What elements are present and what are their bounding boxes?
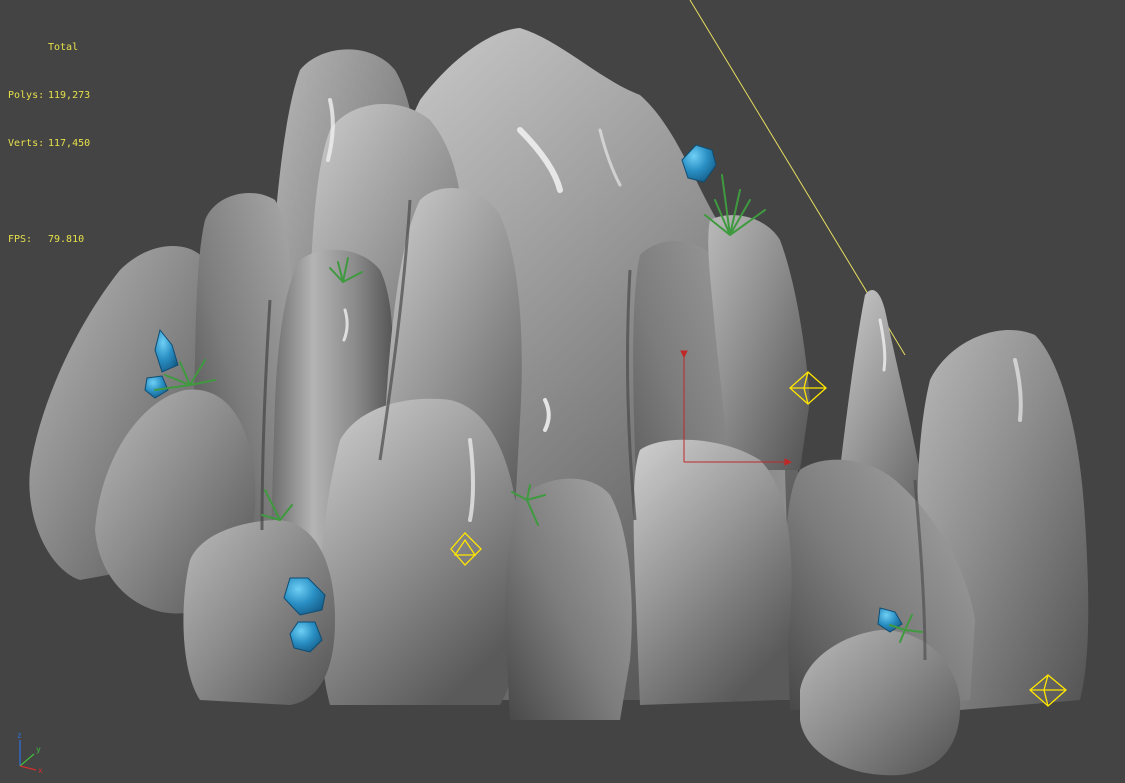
- fps-row: FPS: 79.810: [8, 232, 90, 248]
- fps-label: FPS:: [8, 234, 33, 245]
- polys-row: Polys: 119,273: [8, 88, 90, 104]
- rock-mesh[interactable]: [29, 28, 1089, 776]
- verts-value: 117,450: [48, 138, 91, 149]
- 3d-viewport[interactable]: z y x Total Polys: 119,273 Verts: 117,450 …: [0, 0, 1125, 783]
- fps-value: 79.810: [48, 234, 85, 245]
- axis-x-label: x: [38, 766, 43, 775]
- verts-row: Verts: 117,450: [8, 136, 90, 152]
- polys-value: 119,273: [48, 90, 91, 101]
- axis-z-label: z: [17, 731, 22, 740]
- polys-label: Polys:: [8, 90, 45, 101]
- stats-spacer: [8, 184, 90, 200]
- viewport-statistics: Total Polys: 119,273 Verts: 117,450 FPS: 79…: [8, 8, 90, 280]
- verts-label: Verts:: [8, 138, 45, 149]
- axis-y-label: y: [36, 745, 41, 754]
- rock-front-right[interactable]: [633, 439, 792, 705]
- rock-front-center[interactable]: [319, 398, 522, 705]
- rock-front-mid[interactable]: [505, 478, 632, 720]
- scene-render[interactable]: z y x: [0, 0, 1125, 783]
- stats-title: Total: [48, 42, 79, 53]
- axis-tripod-icon: z y x: [17, 731, 43, 775]
